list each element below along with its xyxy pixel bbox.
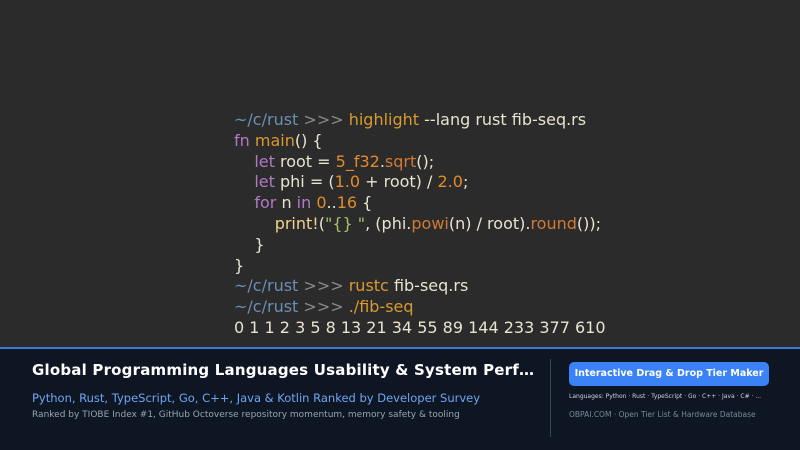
code-line: let root = 5_f32.sqrt(); [234,152,606,173]
code-token: >>> [303,276,349,296]
code-token: 0 [316,193,327,213]
code-line: ~/c/rust >>> highlight --lang rust fib-s… [234,110,606,131]
code-token: () { [294,130,323,150]
banner-subtitle: Python, Rust, TypeScript, Go, C++, Java … [32,391,481,405]
code-token: ~/c/rust [234,297,304,317]
code-token: >>> [303,110,349,129]
code-line: let phi = (1.0 + root) / 2.0; [234,172,606,193]
code-line: print!("{} ", (phi.powi(n) / root).round… [234,214,606,235]
code-token: ; [462,172,469,192]
code-line: } [234,235,606,256]
code-token: sqrt [384,151,417,171]
code-token: --lang rust fib-seq.rs [424,110,587,129]
code-line: for n in 0..16 { [234,193,606,214]
tier-maker-button[interactable]: Interactive Drag & Drop Tier Maker [569,362,769,386]
site-footer-note: OBPAI.COM · Open Tier List & Hardware Da… [569,410,756,419]
code-token: 16 [336,193,358,213]
code-token: .. [326,193,337,213]
banner-description: Ranked by TIOBE Index #1, GitHub Octover… [32,410,460,420]
code-token: let [254,172,280,192]
code-token: main [254,130,295,150]
code-token: , (phi. [365,213,412,233]
code-token: fn [234,130,255,150]
languages-list: Languages: Python · Rust · TypeScript · … [569,393,762,400]
code-token: let [254,151,280,171]
code-token: in [296,193,317,213]
code-line: ~/c/rust >>> ./fib-seq [234,297,606,318]
code-token: highlight [348,110,425,129]
banner-title: Global Programming Languages Usability &… [32,361,542,379]
code-token: 5_f32 [335,151,380,171]
code-token: n [281,193,297,213]
terminal-screenshot: ~/c/rust >>> highlight --lang rust fib-s… [0,0,800,347]
code-token: rustc [348,276,394,296]
code-token: 0 1 1 2 3 5 8 13 21 34 55 89 144 233 377… [234,317,606,337]
code-token: 1.0 [334,172,361,192]
code-token: } [234,255,245,275]
code-token: phi = ( [280,172,335,192]
code-token: for [254,193,282,213]
code-token: { [357,193,373,213]
code-token: + root) / [360,172,438,192]
code-token: >>> [303,297,349,317]
code-token: ~/c/rust [234,276,304,296]
banner-divider [550,359,551,437]
code-block: ~/c/rust >>> highlight --lang rust fib-s… [234,110,606,339]
code-token: ~/c/rust [234,110,304,129]
code-line: } [234,256,606,277]
code-token: powi [411,213,449,233]
code-token: } [234,234,265,254]
code-line: 0 1 1 2 3 5 8 13 21 34 55 89 144 233 377… [234,318,606,339]
code-token: print! [274,213,319,233]
code-token: ./fib-seq [348,297,414,317]
code-token: fib-seq.rs [393,276,469,296]
code-line: ~/c/rust >>> rustc fib-seq.rs [234,276,606,297]
code-line: fn main() { [234,131,606,152]
code-token: (); [416,151,435,171]
code-token: (n) / root). [448,213,531,233]
code-token: round [530,213,577,233]
info-banner: Global Programming Languages Usability &… [0,349,800,450]
code-token: root = [280,151,336,171]
code-token: 2.0 [437,172,463,192]
code-token: "{} " [324,213,366,233]
code-token: ()); [576,213,602,233]
